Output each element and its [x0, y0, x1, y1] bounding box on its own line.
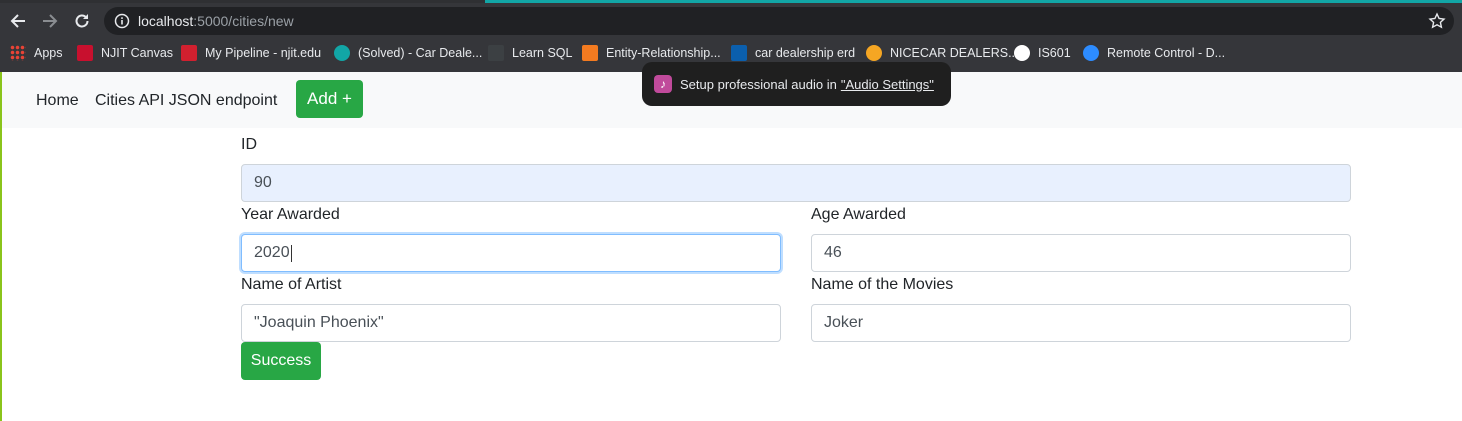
course-hero-icon [334, 45, 350, 61]
remote-control-icon [1083, 45, 1099, 61]
bookmark-learn-sql[interactable]: Learn SQL [488, 44, 572, 62]
id-value: 90 [254, 174, 272, 191]
url-path: :5000/cities/new [193, 13, 294, 29]
age-field[interactable]: 46 [811, 234, 1351, 272]
bookmark-apps[interactable]: Apps [10, 44, 63, 62]
artist-label: Name of Artist [241, 276, 342, 293]
toast-text: Setup professional audio in [680, 76, 837, 92]
nav-api-link[interactable]: Cities API JSON endpoint [95, 92, 277, 110]
back-icon[interactable] [6, 9, 30, 33]
age-value: 46 [824, 244, 842, 261]
bookmark-solved-car-dealer[interactable]: (Solved) - Car Deale... [334, 44, 482, 62]
bookmark-my-pipeline[interactable]: My Pipeline - njit.edu [181, 44, 321, 62]
forward-icon[interactable] [38, 9, 62, 33]
github-icon [1014, 45, 1030, 61]
id-label: ID [241, 136, 257, 153]
bookmark-entity-relationship[interactable]: Entity-Relationship... [582, 44, 721, 62]
bookmark-label: My Pipeline - njit.edu [205, 46, 322, 60]
artist-value: "Joaquin Phoenix" [254, 314, 384, 331]
house-icon [488, 45, 504, 61]
add-button[interactable]: Add + [296, 80, 363, 118]
active-tab-accent [485, 0, 1462, 3]
year-label: Year Awarded [241, 206, 340, 223]
movie-label: Name of the Movies [811, 276, 954, 293]
bookmark-label: NJIT Canvas [101, 46, 174, 60]
bookmark-remote-control[interactable]: Remote Control - D... [1083, 44, 1225, 62]
nicecar-icon [866, 45, 882, 61]
info-icon[interactable] [114, 13, 130, 34]
text-caret [290, 244, 292, 262]
success-submit-button[interactable]: Success [241, 342, 321, 380]
bookmark-nicecar-dealers[interactable]: NICECAR DEALERS... [866, 44, 1019, 62]
erd-icon [731, 45, 747, 61]
bookmark-label: Remote Control - D... [1107, 46, 1226, 60]
bookmark-njit-canvas[interactable]: NJIT Canvas [77, 44, 173, 62]
nav-home-link[interactable]: Home [36, 92, 79, 110]
bookmark-label: Apps [34, 46, 63, 60]
bookmark-car-dealership-erd[interactable]: car dealership erd [731, 44, 855, 62]
bookmark-label: (Solved) - Car Deale... [358, 46, 483, 60]
age-label: Age Awarded [811, 206, 906, 223]
year-field[interactable]: 2020 [241, 234, 781, 272]
tab-strip [0, 0, 1462, 3]
movie-value: Joker [824, 314, 864, 331]
bookmark-is601[interactable]: IS601 [1014, 44, 1071, 62]
bookmark-label: Entity-Relationship... [606, 46, 721, 60]
bookmark-label: Learn SQL [512, 46, 573, 60]
url-host: localhost [138, 13, 194, 29]
bookmark-label: NICECAR DEALERS... [890, 46, 1019, 60]
address-bar[interactable]: localhost:5000/cities/new [104, 7, 1454, 35]
apps-grid-icon [10, 45, 26, 61]
bookmark-label: car dealership erd [755, 46, 856, 60]
bookmark-label: IS601 [1038, 46, 1071, 60]
music-note-icon: ♪ [654, 75, 672, 93]
audio-settings-link[interactable]: "Audio Settings" [841, 77, 934, 92]
njit-icon [77, 45, 93, 61]
url-text: localhost:5000/cities/new [138, 13, 294, 29]
artist-field[interactable]: "Joaquin Phoenix" [241, 304, 781, 342]
reload-icon[interactable] [70, 9, 94, 33]
pipeline-icon [181, 45, 197, 61]
audio-settings-toast: ♪ Setup professional audio in "Audio Set… [642, 62, 951, 106]
lucidchart-icon [582, 45, 598, 61]
id-field[interactable]: 90 [241, 164, 1351, 202]
movie-field[interactable]: Joker [811, 304, 1351, 342]
bookmark-star-icon[interactable] [1428, 12, 1446, 35]
year-value: 2020 [254, 244, 290, 261]
